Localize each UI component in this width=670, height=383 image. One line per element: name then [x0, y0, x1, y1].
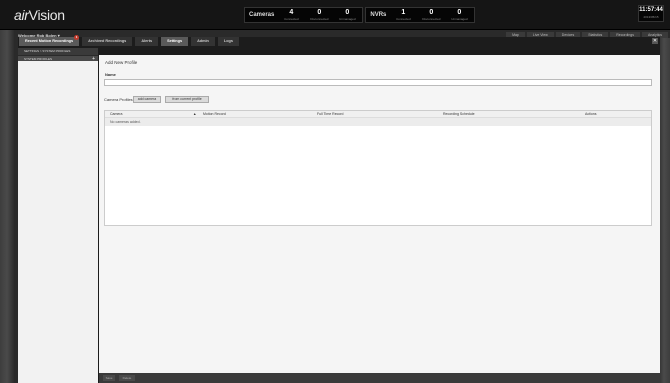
clock-time: 11:57:44: [639, 7, 663, 13]
column-full-time-record: Full Time Record: [317, 112, 344, 116]
clock: 11:57:44 2013/05/15: [638, 5, 664, 22]
name-label: Name: [105, 72, 116, 77]
nvrs-connected[interactable]: 1 Connected: [392, 9, 414, 21]
tab-label: Recent Motion Recordings: [25, 39, 74, 43]
tab-settings[interactable]: Settings: [161, 37, 189, 46]
sidebar-item-system-profiles[interactable]: SYSTEM PROFILES +: [18, 55, 98, 62]
stat-label: Disconnected: [310, 17, 329, 21]
airvision-logo: airVision: [14, 7, 65, 23]
tab-archived-recordings[interactable]: Archived Recordings: [82, 37, 133, 46]
cameras-connected[interactable]: 4 Connected: [280, 9, 302, 21]
page-title: Add New Profile: [105, 60, 138, 65]
logo-suffix: Vision: [28, 7, 65, 23]
table-header: Camera ▲ Motion Record Full Time Record …: [105, 111, 651, 118]
cameras-title: Cameras: [249, 12, 275, 18]
cameras-unmanaged[interactable]: 0 Unmanaged: [336, 9, 358, 21]
stat-number: 0: [317, 9, 322, 16]
profile-form: Add New Profile Name Camera Profiles add…: [99, 55, 660, 373]
column-motion-record: Motion Record: [203, 112, 226, 116]
tab-admin[interactable]: Admin: [191, 37, 215, 46]
delete-button[interactable]: Delete: [119, 375, 135, 381]
name-field[interactable]: [104, 79, 652, 86]
nvrs-title: NVRs: [370, 12, 387, 18]
status-counters: Cameras 4 Connected 0 Disconnected 0 Unmana…: [244, 7, 476, 23]
sort-icon[interactable]: ▲: [193, 112, 196, 116]
column-camera[interactable]: Camera: [110, 112, 122, 116]
camera-profiles-table: Camera ▲ Motion Record Full Time Record …: [104, 110, 652, 226]
stat-label: Unmanaged: [339, 17, 356, 21]
nvrs-disconnected[interactable]: 0 Disconnected: [420, 9, 442, 21]
stat-number: 0: [429, 9, 434, 16]
stat-number: 0: [457, 9, 462, 16]
camera-profiles-label: Camera Profiles: [104, 97, 133, 102]
background-camera-strip-left: [0, 30, 14, 383]
tab-logs[interactable]: Logs: [217, 37, 239, 46]
from-current-profile-button[interactable]: from current profile: [165, 96, 209, 103]
nvrs-status: NVRs 1 Connected 0 Disconnected 0 Unmanaged: [365, 7, 476, 23]
settings-dialog: ✕ Recent Motion Recordings 1 Archived Rec…: [18, 35, 660, 383]
dialog-tabs: Recent Motion Recordings 1 Archived Recor…: [18, 35, 239, 46]
column-recording-schedule: Recording Schedule: [443, 112, 475, 116]
notification-badge: 1: [74, 35, 80, 40]
cameras-status: Cameras 4 Connected 0 Disconnected 0 Unmana…: [244, 7, 364, 23]
tab-alerts[interactable]: Alerts: [135, 37, 159, 46]
save-button[interactable]: Save: [103, 375, 115, 381]
logo-prefix: air: [14, 7, 29, 23]
stat-label: Unmanaged: [451, 17, 468, 21]
settings-sidebar: SETTINGS > SYSTEM PROFILES SYSTEM PROFIL…: [18, 48, 98, 383]
add-profile-icon[interactable]: +: [92, 56, 95, 62]
column-actions: Actions: [585, 112, 597, 116]
stat-number: 0: [345, 9, 350, 16]
stat-label: Connected: [284, 17, 299, 21]
top-bar: airVision Cameras 4 Connected 0 Disconnect…: [0, 0, 670, 30]
clock-date: 2013/05/15: [643, 15, 659, 19]
tab-recent-motion-recordings[interactable]: Recent Motion Recordings 1: [19, 35, 80, 46]
stat-label: Disconnected: [422, 17, 441, 21]
close-icon[interactable]: ✕: [652, 38, 658, 44]
form-footer: Save Delete: [99, 373, 660, 383]
empty-table-message: No cameras added.: [105, 118, 651, 126]
cameras-disconnected[interactable]: 0 Disconnected: [308, 9, 330, 21]
add-camera-button[interactable]: add camera: [133, 96, 161, 103]
stat-label: Connected: [396, 17, 411, 21]
stat-number: 4: [289, 9, 294, 16]
sidebar-item-label: SYSTEM PROFILES: [24, 57, 53, 61]
breadcrumb: SETTINGS > SYSTEM PROFILES: [18, 48, 98, 55]
nvrs-unmanaged[interactable]: 0 Unmanaged: [448, 9, 470, 21]
stat-number: 1: [401, 9, 406, 16]
